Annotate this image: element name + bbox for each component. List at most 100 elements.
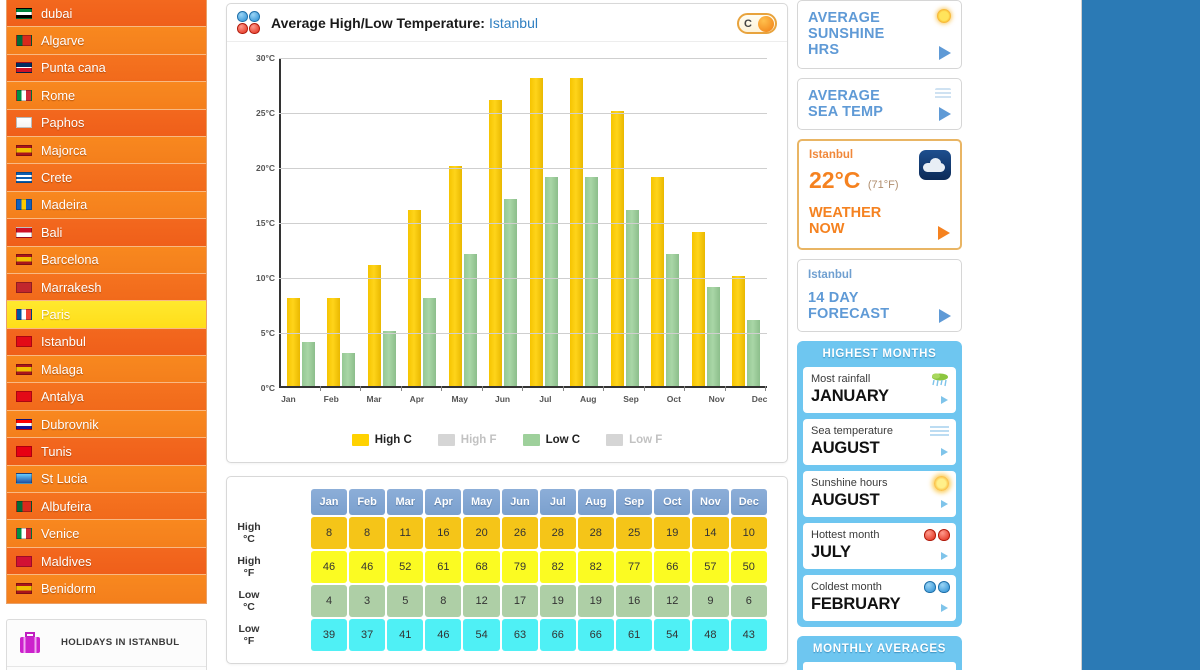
destination-label: Albufeira bbox=[41, 498, 92, 514]
forecast-card[interactable]: Istanbul 14 DAY FORECAST bbox=[797, 258, 962, 333]
table-row: High °F 46 46 52 61 68 79 82 82 77 66 57 50 bbox=[233, 551, 767, 583]
legend-item-high-f[interactable]: High F bbox=[437, 434, 497, 446]
weather-now-card[interactable]: Istanbul 22°C (71°F) WEATHER NOW bbox=[797, 139, 962, 250]
destination-label: Rome bbox=[41, 87, 76, 103]
legend-swatch bbox=[437, 434, 455, 446]
destination-item-albufeira[interactable]: Albufeira bbox=[7, 493, 206, 521]
highest-month-item[interactable]: Sunshine hours AUGUST bbox=[803, 471, 956, 518]
celsius-fahrenheit-toggle[interactable]: C bbox=[737, 13, 777, 34]
highest-month-value: JULY bbox=[811, 543, 851, 562]
highest-month-label: Sea temperature bbox=[811, 425, 893, 438]
destination-item-tunis[interactable]: Tunis bbox=[7, 438, 206, 466]
destination-item-madeira[interactable]: Madeira bbox=[7, 191, 206, 220]
table-cell: 19 bbox=[577, 585, 615, 617]
legend-label: High C bbox=[374, 434, 412, 446]
x-axis-tick-label: May bbox=[451, 394, 468, 404]
table-cell: 50 bbox=[730, 551, 767, 583]
destination-item-maldives[interactable]: Maldives bbox=[7, 547, 206, 576]
table-cell: 57 bbox=[692, 551, 729, 583]
destination-item-malaga[interactable]: Malaga bbox=[7, 356, 206, 384]
destination-item-punta-cana[interactable]: Punta cana bbox=[7, 54, 206, 83]
destination-item-benidorm[interactable]: Benidorm bbox=[7, 575, 206, 603]
destination-label: dubai bbox=[41, 5, 73, 21]
table-month-header: Apr bbox=[425, 489, 462, 515]
average-sunshine-card[interactable]: AVERAGE SUNSHINE HRS bbox=[797, 0, 962, 69]
destination-item-istanbul[interactable]: Istanbul bbox=[7, 328, 206, 357]
table-cell: 46 bbox=[425, 619, 462, 651]
table-cell: 82 bbox=[540, 551, 576, 583]
destination-label: Tunis bbox=[41, 443, 72, 459]
destination-item-paphos[interactable]: Paphos bbox=[7, 109, 206, 137]
high-temp-bar bbox=[691, 232, 705, 386]
x-axis-labels: Jan Feb Mar Apr May Jun Jul Aug Sep Oct Nov Dec bbox=[267, 394, 781, 404]
destination-label: Istanbul bbox=[41, 334, 86, 350]
flag-icon-tr bbox=[16, 391, 32, 403]
table-cell: 4 bbox=[310, 585, 348, 617]
destination-item-barcelona[interactable]: Barcelona bbox=[7, 246, 206, 274]
highest-month-item[interactable]: Most rainfall JANUARY bbox=[803, 367, 956, 414]
highest-month-item[interactable]: Coldest month FEBRUARY bbox=[803, 575, 956, 622]
monthly-averages-panel: MONTHLY AVERAGES bbox=[797, 636, 962, 670]
x-axis bbox=[279, 386, 767, 388]
low-temp-bar bbox=[382, 331, 396, 386]
table-row-label: High °F bbox=[233, 551, 265, 583]
toggle-knob bbox=[758, 16, 774, 32]
month-bar-group bbox=[686, 58, 727, 391]
destination-item-algarve[interactable]: Algarve bbox=[7, 27, 206, 55]
legend-item-low-c[interactable]: Low C bbox=[522, 434, 580, 446]
promo-row[interactable]: HOTELS IN ISTANBUL bbox=[7, 667, 206, 670]
table-cell: 17 bbox=[501, 585, 539, 617]
weather-now-temp-f: (71°F) bbox=[867, 179, 899, 192]
flag-icon-es bbox=[16, 144, 32, 156]
destination-item-dubai[interactable]: dubai bbox=[7, 0, 206, 28]
rain-icon bbox=[930, 372, 950, 389]
destination-item-paris[interactable]: Paris bbox=[7, 301, 206, 329]
low-temp-bar bbox=[544, 177, 558, 386]
flag-icon-pt-md bbox=[16, 199, 32, 211]
highest-month-item[interactable]: Sea temperature AUGUST bbox=[803, 419, 956, 466]
destination-item-majorca[interactable]: Majorca bbox=[7, 136, 206, 165]
chevron-right-icon bbox=[939, 309, 951, 324]
destination-item-st-lucia[interactable]: St Lucia bbox=[7, 465, 206, 494]
chart-legend: High C High F Low C Low F bbox=[227, 434, 787, 446]
legend-item-high-c[interactable]: High C bbox=[351, 434, 412, 446]
destination-item-venice[interactable]: Venice bbox=[7, 520, 206, 548]
row-label-line1: High bbox=[237, 554, 261, 567]
highest-month-item[interactable]: Hottest month JULY bbox=[803, 523, 956, 570]
red-thermometer-icon bbox=[249, 23, 260, 34]
table-row: High °C 8 8 11 16 20 26 28 28 25 19 14 10 bbox=[233, 517, 767, 549]
chart-city-link[interactable]: Istanbul bbox=[489, 15, 538, 31]
table-cell: 28 bbox=[540, 517, 576, 549]
destination-item-dubrovnik[interactable]: Dubrovnik bbox=[7, 410, 206, 439]
chevron-right-icon bbox=[941, 552, 948, 561]
flag-icon-it bbox=[16, 528, 32, 540]
destination-item-crete[interactable]: Crete bbox=[7, 164, 206, 192]
month-bar-group bbox=[281, 58, 322, 391]
table-cell: 63 bbox=[501, 619, 539, 651]
destination-item-bali[interactable]: Bali bbox=[7, 219, 206, 247]
low-temp-bar bbox=[706, 287, 720, 386]
monthly-averages-row bbox=[803, 662, 956, 670]
high-temp-bar bbox=[732, 276, 746, 386]
destination-item-antalya[interactable]: Antalya bbox=[7, 383, 206, 411]
sunshine-line1: AVERAGE bbox=[808, 10, 881, 26]
destination-item-marrakesh[interactable]: Marrakesh bbox=[7, 273, 206, 302]
blue-thermometer-icon bbox=[249, 11, 260, 22]
table-cell: 25 bbox=[616, 517, 653, 549]
red-thermometer-icon bbox=[924, 529, 950, 542]
promo-row[interactable]: HOLIDAYS IN ISTANBUL bbox=[7, 620, 206, 667]
low-temp-bar bbox=[666, 254, 680, 386]
destination-label: Venice bbox=[41, 526, 80, 542]
destination-label: Bali bbox=[41, 224, 63, 240]
legend-label: High F bbox=[460, 434, 497, 446]
highest-month-label: Most rainfall bbox=[811, 373, 871, 386]
flag-icon-cy bbox=[16, 117, 32, 129]
table-cell: 52 bbox=[387, 551, 424, 583]
legend-item-low-f[interactable]: Low F bbox=[606, 434, 662, 446]
x-axis-tick-label: Apr bbox=[409, 394, 425, 404]
destination-item-rome[interactable]: Rome bbox=[7, 82, 206, 110]
suitcase-icon bbox=[13, 628, 47, 658]
seatemp-line1: AVERAGE bbox=[808, 87, 881, 104]
destination-label: Paris bbox=[41, 306, 71, 322]
average-sea-temp-card[interactable]: AVERAGE SEA TEMP bbox=[797, 77, 962, 131]
